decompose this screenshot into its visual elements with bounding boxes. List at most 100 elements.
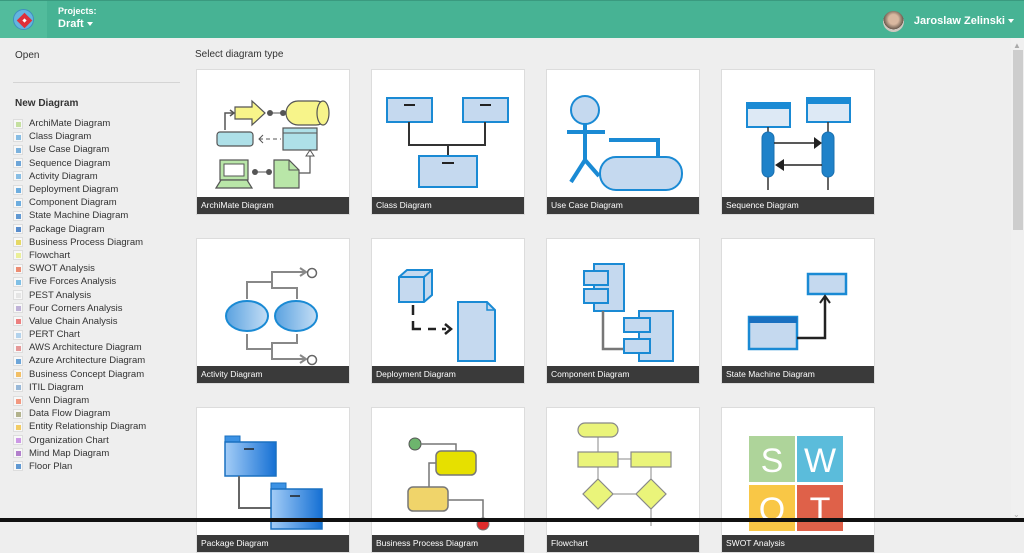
app-logo-icon [13,9,34,30]
project-selector[interactable]: Draft [58,18,93,30]
sidebar-item-activity-diagram[interactable]: Activity Diagram [13,170,146,183]
sidebar-item-state-machine-diagram[interactable]: State Machine Diagram [13,209,146,222]
sidebar-item-swot-analysis[interactable]: SWOT Analysis [13,262,146,275]
sidebar-item-label: State Machine Diagram [29,210,129,222]
sidebar-item-entity-relationship-diagram[interactable]: Entity Relationship Diagram [13,420,146,433]
archimate-icon [13,118,23,129]
card-label: Class Diagram [372,197,524,214]
sidebar-item-label: Activity Diagram [29,170,98,182]
sidebar-item-deployment-diagram[interactable]: Deployment Diagram [13,183,146,196]
new-diagram-title: New Diagram [15,98,79,109]
scroll-up-icon[interactable]: ▲ [1013,41,1021,50]
page-title: Select diagram type [195,49,284,60]
business-concept-icon [13,369,23,380]
sidebar-item-label: Organization Chart [29,434,109,446]
value-chain-icon [13,316,23,327]
card-package-diagram[interactable]: Package Diagram [196,407,350,553]
card-state-machine-diagram[interactable]: State Machine Diagram [721,238,875,384]
use-case-icon [13,144,23,155]
sidebar-item-five-forces-analysis[interactable]: Five Forces Analysis [13,275,146,288]
card-label: Use Case Diagram [547,197,699,214]
sequence-diagram-icon [746,97,851,190]
card-archimate-diagram[interactable]: ArchiMate Diagram [196,69,350,215]
card-business-process-diagram[interactable]: Business Process Diagram [371,407,525,553]
app-logo-button[interactable] [0,1,47,38]
swot-letter: T [810,491,831,529]
sidebar-item-label: Use Case Diagram [29,144,110,156]
user-menu[interactable]: Jaroslaw Zelinski [882,10,1014,32]
sidebar-item-label: Sequence Diagram [29,157,111,169]
sidebar-item-label: Entity Relationship Diagram [29,421,147,433]
card-activity-diagram[interactable]: Activity Diagram [196,238,350,384]
divider [13,82,180,83]
scroll-thumb[interactable] [1013,50,1023,230]
four-corners-icon [13,303,23,314]
sidebar-item-venn-diagram[interactable]: Venn Diagram [13,394,146,407]
sidebar-item-label: ArchiMate Diagram [29,118,111,130]
deployment-diagram-icon [398,269,496,362]
chevron-down-icon [1008,19,1014,23]
sidebar-item-label: Component Diagram [29,197,117,209]
card-component-diagram[interactable]: Component Diagram [546,238,700,384]
sidebar-item-floor-plan[interactable]: Floor Plan [13,460,146,473]
avatar [882,10,904,32]
sidebar-item-use-case-diagram[interactable]: Use Case Diagram [13,143,146,156]
sidebar-item-pest-analysis[interactable]: PEST Analysis [13,288,146,301]
sidebar-item-value-chain-analysis[interactable]: Value Chain Analysis [13,315,146,328]
card-class-diagram[interactable]: Class Diagram [371,69,525,215]
swot-letter: O [759,491,785,529]
state-machine-icon [13,210,23,221]
aws-icon [13,342,23,353]
floor-plan-icon [13,461,23,472]
itil-icon [13,382,23,393]
five-forces-icon [13,276,23,287]
card-sequence-diagram[interactable]: Sequence Diagram [721,69,875,215]
sidebar-item-class-diagram[interactable]: Class Diagram [13,130,146,143]
sidebar-item-package-diagram[interactable]: Package Diagram [13,223,146,236]
sidebar-item-label: AWS Architecture Diagram [29,342,142,354]
bpd-diagram-icon [407,437,490,531]
sidebar-item-component-diagram[interactable]: Component Diagram [13,196,146,209]
scrollbar[interactable]: ▲ ⌄ [1011,38,1024,522]
business-process-icon [13,237,23,248]
package-icon [13,224,23,235]
class-diagram-icon [13,131,23,142]
azure-icon [13,355,23,366]
card-label: Package Diagram [197,535,349,552]
sidebar-item-four-corners-analysis[interactable]: Four Corners Analysis [13,302,146,315]
sidebar-item-organization-chart[interactable]: Organization Chart [13,434,146,447]
statemachine-diagram-icon [747,272,848,351]
sidebar-item-archimate-diagram[interactable]: ArchiMate Diagram [13,117,146,130]
card-deployment-diagram[interactable]: Deployment Diagram [371,238,525,384]
card-label: Component Diagram [547,366,699,383]
card-flowchart[interactable]: Flowchart [546,407,700,553]
sidebar-item-label: Business Concept Diagram [29,368,145,380]
sidebar-item-pert-chart[interactable]: PERT Chart [13,328,146,341]
user-name: Jaroslaw Zelinski [913,15,1005,27]
sidebar-item-business-process-diagram[interactable]: Business Process Diagram [13,236,146,249]
sidebar-item-mind-map-diagram[interactable]: Mind Map Diagram [13,447,146,460]
sidebar-item-label: Business Process Diagram [29,236,144,248]
sidebar-item-label: Five Forces Analysis [29,276,117,288]
sidebar-item-aws-architecture-diagram[interactable]: AWS Architecture Diagram [13,341,146,354]
card-label: Deployment Diagram [372,366,524,383]
swot-icon [13,263,23,274]
sidebar-item-sequence-diagram[interactable]: Sequence Diagram [13,157,146,170]
card-label: Sequence Diagram [722,197,874,214]
activity-diagram-icon [225,267,318,366]
sidebar-item-azure-architecture-diagram[interactable]: Azure Architecture Diagram [13,354,146,367]
class-diagram-icon [386,97,509,188]
card-label: SWOT Analysis [722,535,874,552]
card-label: ArchiMate Diagram [197,197,349,214]
card-swot-analysis[interactable]: SWOT SWOT Analysis [721,407,875,553]
sidebar-item-data-flow-diagram[interactable]: Data Flow Diagram [13,407,146,420]
sidebar-item-itil-diagram[interactable]: ITIL Diagram [13,381,146,394]
flowchart-icon [13,250,23,261]
open-link[interactable]: Open [15,50,39,61]
new-diagram-list: ArchiMate Diagram Class Diagram Use Case D… [13,117,146,473]
sidebar-item-flowchart[interactable]: Flowchart [13,249,146,262]
sidebar-item-label: Floor Plan [29,460,73,472]
sequence-icon [13,158,23,169]
sidebar-item-business-concept-diagram[interactable]: Business Concept Diagram [13,368,146,381]
card-use-case-diagram[interactable]: Use Case Diagram [546,69,700,215]
